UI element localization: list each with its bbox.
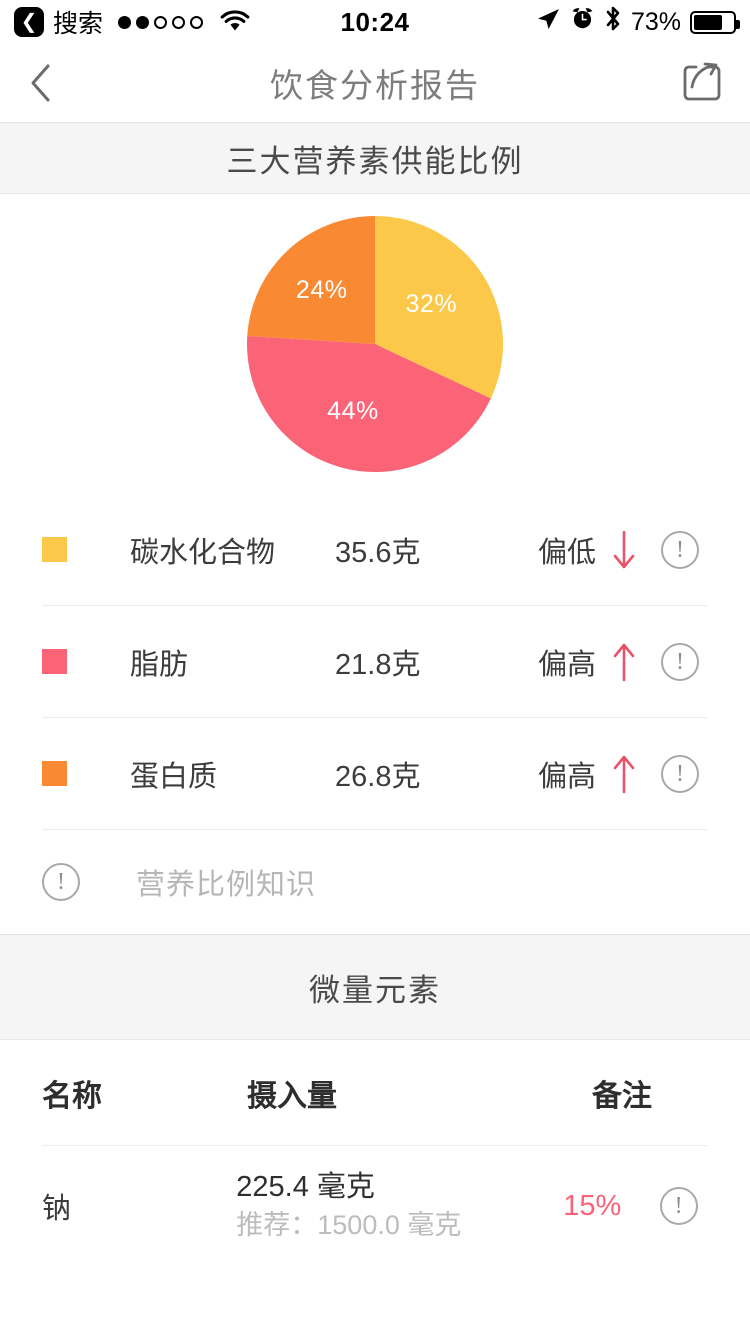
micro-table-body: 钠 225.4 毫克 推荐：1500.0 毫克 15%!	[0, 1146, 750, 1266]
micro-section-title: 微量元素	[309, 972, 441, 1008]
macro-section-header: 三大营养素供能比例	[0, 122, 750, 194]
share-icon	[683, 62, 721, 101]
row-info-button[interactable]: !	[652, 642, 708, 681]
legend-nutrient-name: 脂肪	[130, 648, 189, 681]
column-header-name: 名称	[42, 1079, 102, 1113]
micro-table-row[interactable]: 钠 225.4 毫克 推荐：1500.0 毫克 15%!	[42, 1146, 708, 1266]
battery-percent-label: 73%	[630, 7, 681, 36]
micro-element-intake-cell: 225.4 毫克推荐：1500.0 毫克	[236, 1168, 563, 1244]
pie-slice-3[interactable]	[247, 216, 375, 344]
navigation-bar: 饮食分析报告	[0, 44, 750, 122]
alarm-clock-icon	[570, 6, 595, 38]
micro-element-percent: 15%	[563, 1189, 622, 1222]
info-icon: !	[659, 1187, 698, 1225]
macro-legend-list: 碳水化合物 35.6克 偏低! 脂肪 21.8克 偏高! 蛋白质 26.8克 偏高!	[0, 494, 750, 830]
legend-nutrient-amount: 35.6克	[335, 536, 421, 569]
legend-nutrient-name: 碳水化合物	[130, 536, 276, 569]
status-bar: ❮ 搜索 10:24 73%	[0, 0, 750, 44]
row-info-button[interactable]: !	[652, 530, 708, 569]
bluetooth-icon	[604, 5, 622, 39]
legend-color-swatch	[42, 761, 67, 786]
battery-icon	[690, 10, 740, 34]
legend-color-swatch	[42, 649, 67, 674]
macro-legend-row[interactable]: 碳水化合物 35.6克 偏低!	[42, 494, 708, 606]
micro-section-header: 微量元素	[0, 934, 750, 1040]
column-header-intake: 摄入量	[247, 1079, 337, 1113]
page-title: 饮食分析报告	[270, 67, 480, 104]
macro-section-title: 三大营养素供能比例	[226, 143, 524, 179]
arrow-up-icon	[596, 752, 652, 796]
legend-nutrient-status: 偏低	[537, 536, 596, 569]
row-info-button[interactable]: !	[652, 754, 708, 793]
micro-element-recommended: 推荐：1500.0 毫克	[236, 1210, 462, 1241]
arrow-up-icon	[596, 640, 652, 684]
share-button[interactable]	[678, 44, 726, 122]
nav-back-button[interactable]	[28, 44, 84, 122]
legend-nutrient-amount: 26.8克	[335, 760, 421, 793]
pie-chart-svg	[246, 216, 504, 473]
macro-pie-chart: 32% 44% 24%	[0, 194, 750, 494]
legend-nutrient-status: 偏高	[537, 760, 596, 793]
macro-legend-row[interactable]: 蛋白质 26.8克 偏高!	[42, 718, 708, 830]
row-info-button[interactable]: !	[649, 1187, 708, 1225]
legend-nutrient-status: 偏高	[537, 648, 596, 681]
nutrition-knowledge-label: 营养比例知识	[136, 869, 317, 901]
micro-table-header-row: 名称 摄入量 备注	[42, 1040, 708, 1146]
nutrition-knowledge-link[interactable]: ! 营养比例知识	[42, 830, 708, 934]
macro-legend-row[interactable]: 脂肪 21.8克 偏高!	[42, 606, 708, 718]
location-arrow-icon	[535, 6, 561, 39]
info-icon: !	[661, 754, 699, 793]
arrow-down-icon	[596, 528, 652, 572]
legend-nutrient-amount: 21.8克	[335, 648, 421, 681]
status-bar-right: 73%	[535, 5, 740, 39]
legend-nutrient-name: 蛋白质	[130, 760, 218, 793]
column-header-note: 备注	[592, 1079, 652, 1113]
info-icon: !	[661, 530, 699, 569]
micro-element-intake: 225.4 毫克	[236, 1171, 375, 1204]
micro-element-name: 钠	[42, 1193, 72, 1225]
legend-color-swatch	[42, 537, 67, 562]
info-icon: !	[661, 642, 699, 681]
info-icon: !	[42, 863, 80, 901]
